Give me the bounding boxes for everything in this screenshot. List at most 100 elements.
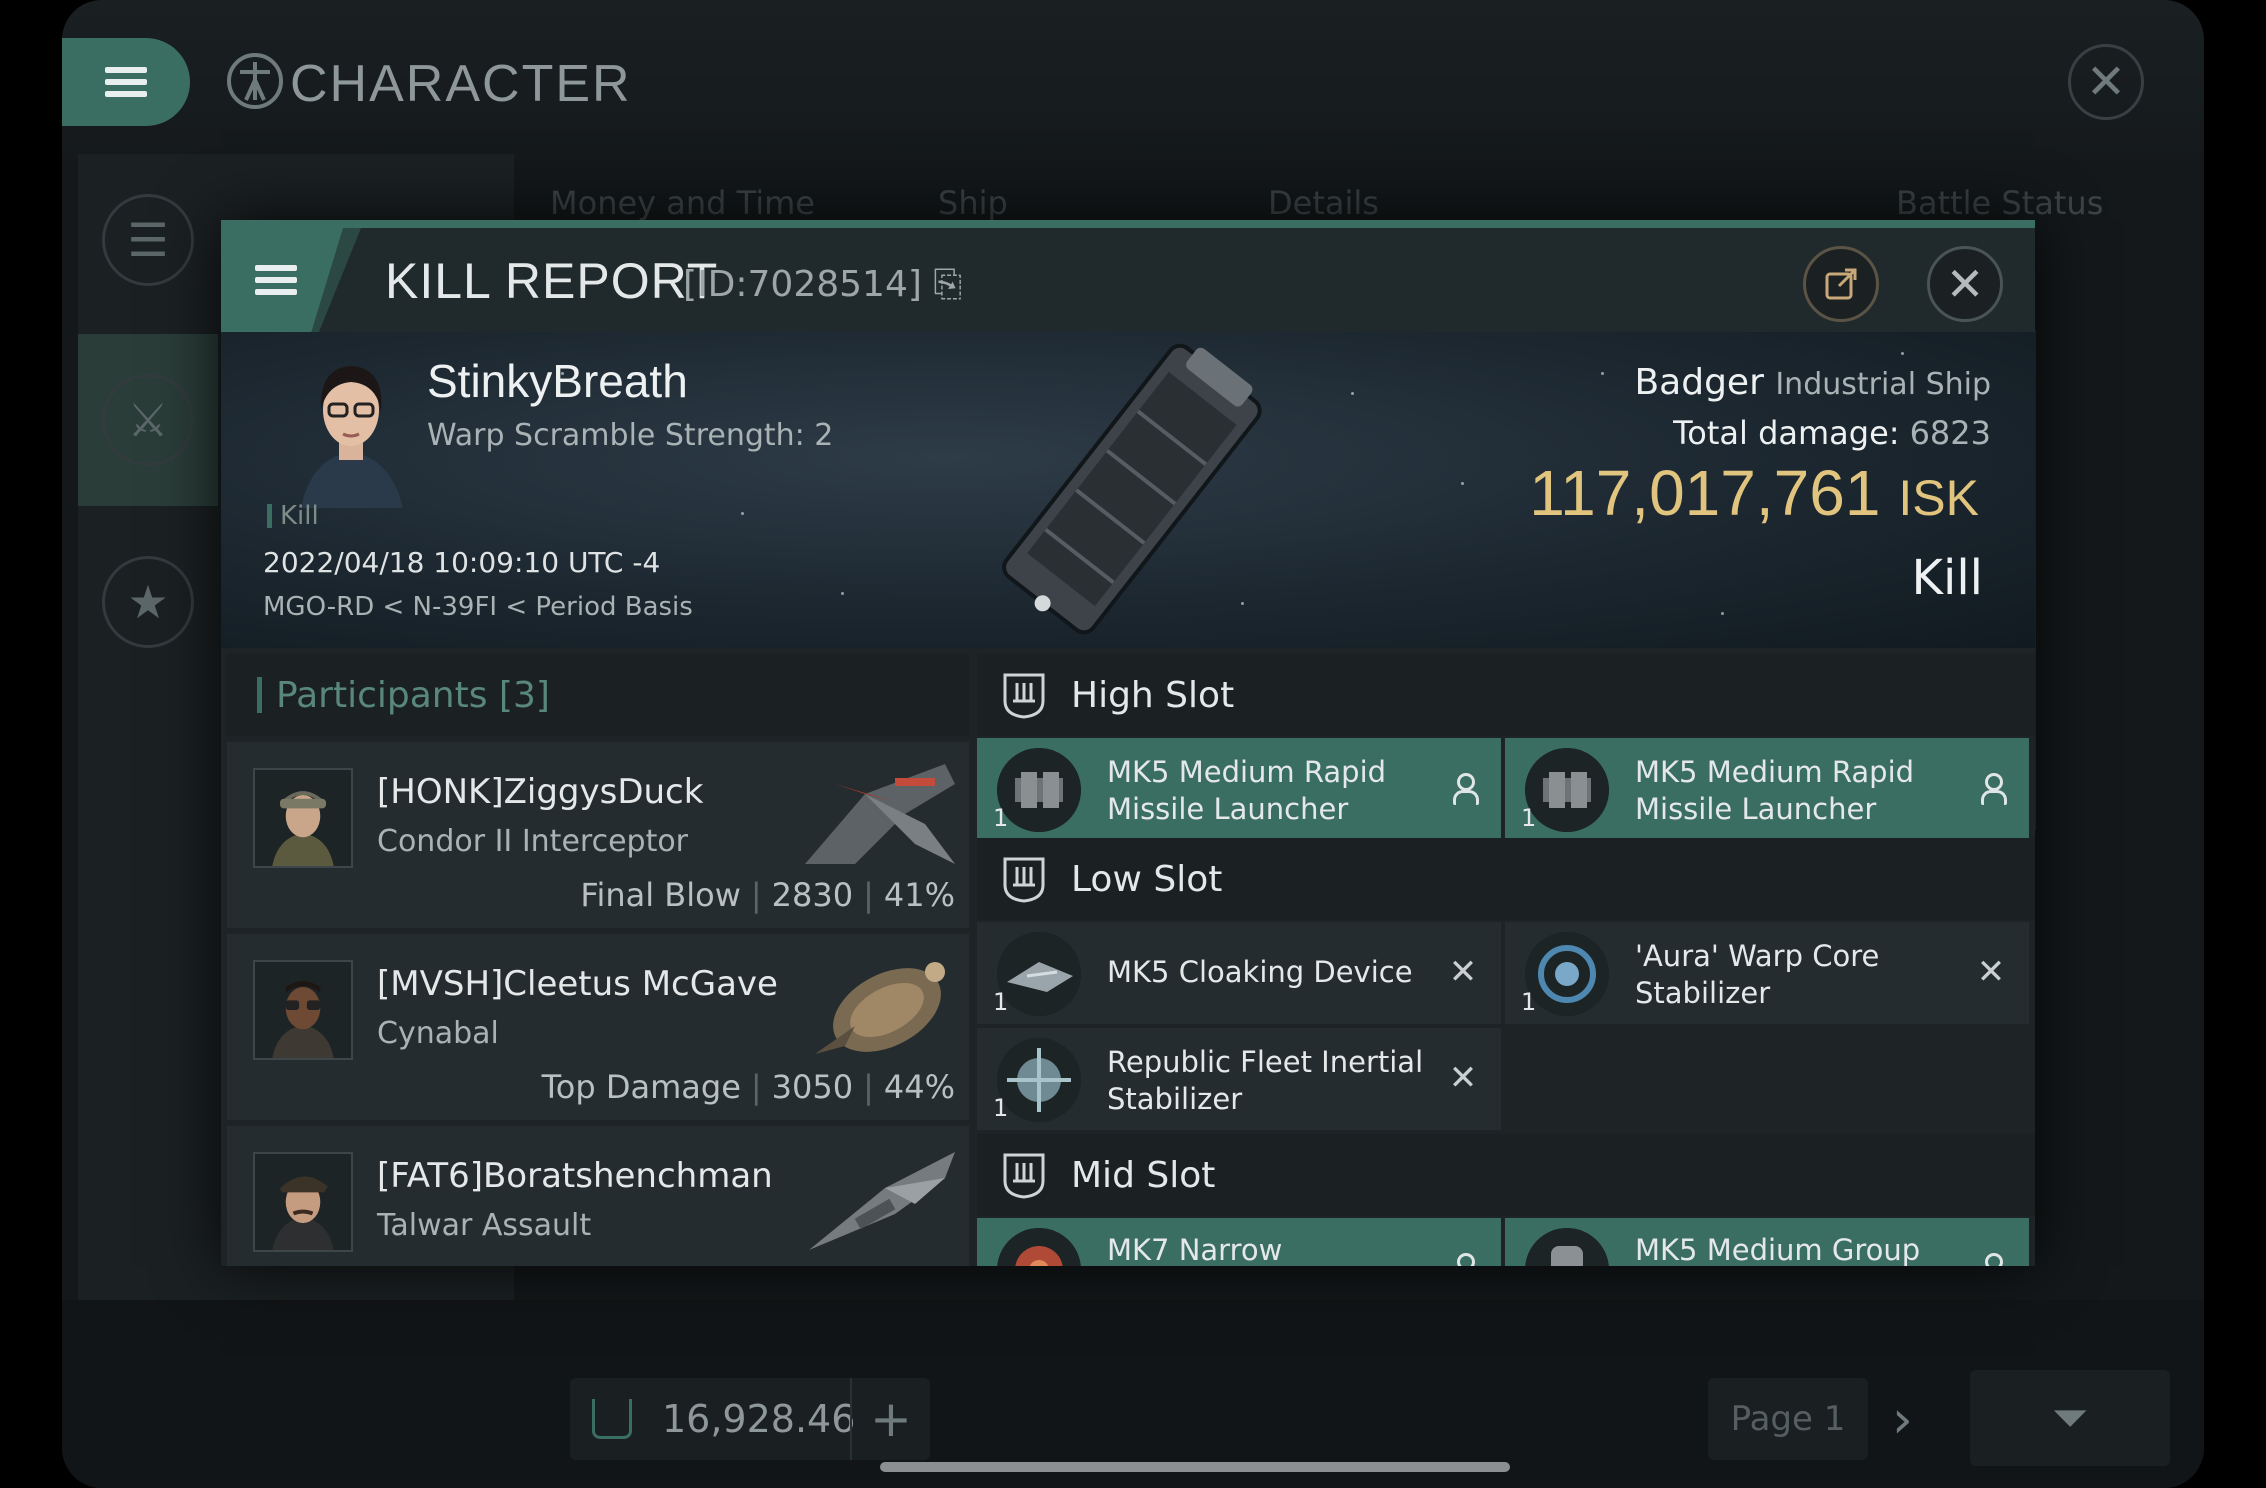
fitting-panel: High Slot 1 MK5 Medium Rapid Missile Lau… — [977, 654, 2035, 1266]
victim-ship-name: Badger — [1634, 362, 1764, 403]
participant-percent: 44% — [883, 1068, 955, 1106]
victim-ship-image — [1002, 343, 1262, 635]
module-name: MK5 Medium Group — [1635, 1233, 1921, 1266]
participant-name: [MVSH]Cleetus McGave — [377, 964, 778, 1004]
home-indicator[interactable] — [880, 1462, 1510, 1472]
participant-row[interactable]: [HONK]ZiggysDuck Condor II Interceptor F… — [227, 742, 969, 928]
mid-slot-label: Mid Slot — [1071, 1154, 1216, 1196]
person-icon — [1973, 1248, 2009, 1266]
participant-ship: Talwar Assault — [377, 1208, 592, 1243]
menu-icon — [105, 61, 147, 103]
chevron-right-icon: › — [1892, 1390, 1913, 1450]
close-icon: ✕ — [1945, 257, 1985, 311]
kill-report-dialog: KILL REPORT [ID:7028514] ⎘ ✕ StinkyBreat… — [221, 220, 2035, 1266]
module-item[interactable]: 1 MK5 Cloaking Device ✕ — [977, 922, 1501, 1024]
report-id[interactable]: [ID:7028514] ⎘ — [683, 264, 962, 306]
victim-ship-class: Industrial Ship — [1775, 367, 1991, 402]
copy-icon[interactable]: ⎘ — [933, 264, 962, 305]
person-icon — [1445, 768, 1481, 808]
module-item[interactable]: 1 MK5 Medium Group — [1505, 1218, 2029, 1266]
module-quantity: 1 — [993, 988, 1009, 1016]
background-footer — [62, 1300, 2204, 1488]
sidebar-item-achievements[interactable]: ★ — [78, 516, 218, 688]
participant-portrait — [253, 768, 353, 868]
missile-launcher-icon — [1525, 748, 1609, 832]
module-item[interactable]: 1 MK5 Medium Rapid Missile Launcher — [977, 738, 1501, 840]
x-icon: ✕ — [1448, 1058, 1478, 1098]
mid-slot-header: Mid Slot — [977, 1134, 2035, 1216]
window-close-button[interactable]: ✕ — [2068, 44, 2144, 120]
window-title: CHARACTER — [290, 55, 632, 113]
kill-location[interactable]: MGO-RD < N-39FI < Period Basis — [263, 592, 693, 622]
filter-button[interactable]: ⏷ — [1970, 1370, 2170, 1466]
module-name: Republic Fleet Inertial Stabilizer — [1107, 1045, 1424, 1116]
person-icon — [1973, 768, 2009, 808]
shield-icon — [1003, 1153, 1045, 1199]
warp-core-stabilizer-icon — [1525, 932, 1609, 1016]
x-icon: ✕ — [1448, 952, 1478, 992]
participant-stats: Final Blow | 2830 | 41% — [580, 876, 955, 914]
inertial-stabilizer-icon — [997, 1038, 1081, 1122]
total-damage-value: 6823 — [1909, 414, 1991, 452]
participant-percent: 41% — [883, 876, 955, 914]
missile-launcher-icon — [997, 748, 1081, 832]
isk-amount: 117,017,761 — [1529, 457, 1881, 529]
module-item[interactable]: 1 MK5 Medium Rapid Missile Launcher — [1505, 738, 2029, 840]
high-slot-header: High Slot — [977, 654, 2035, 736]
module-name: MK5 Cloaking Device — [1107, 955, 1413, 989]
menu-icon — [255, 259, 297, 301]
module-name: MK5 Medium Rapid Missile Launcher — [1107, 755, 1387, 826]
header-accent-bar — [257, 677, 262, 713]
total-damage: Total damage: 6823 — [1673, 414, 1991, 452]
kill-tag: Kill — [267, 503, 319, 529]
participant-damage: 2830 — [771, 876, 854, 914]
next-page-button[interactable]: › — [1892, 1390, 1913, 1450]
participant-name: [HONK]ZiggysDuck — [377, 772, 704, 812]
module-item[interactable]: 1 'Aura' Warp Core Stabilizer ✕ — [1505, 922, 2029, 1024]
column-header-money: Money and Time — [550, 184, 815, 222]
scrambler-icon — [997, 1228, 1081, 1266]
sidebar-item-battles[interactable]: ⚔ — [78, 334, 218, 506]
report-id-text: [ID:7028514] — [683, 264, 922, 305]
module-quantity: 1 — [993, 1094, 1009, 1122]
share-button[interactable] — [1803, 246, 1879, 322]
victim-ship-type[interactable]: Badger Industrial Ship — [1634, 362, 1991, 403]
participant-ship-image — [815, 962, 945, 1054]
module-item[interactable]: 1 Republic Fleet Inertial Stabilizer ✕ — [977, 1028, 1501, 1130]
isk-icon — [592, 1399, 632, 1439]
module-item[interactable]: 1 MK7 Narrow — [977, 1218, 1501, 1266]
participant-row[interactable]: [MVSH]Cleetus McGave Cynabal Top Damage |… — [227, 934, 969, 1120]
participant-name: [FAT6]Boratshenchman — [377, 1156, 773, 1196]
star-icon: ★ — [102, 556, 194, 648]
module-name: 'Aura' Warp Core Stabilizer — [1635, 939, 1880, 1010]
main-menu-button[interactable] — [62, 38, 190, 126]
participant-damage: 3050 — [771, 1068, 854, 1106]
dialog-title: KILL REPORT — [385, 253, 719, 309]
module-quantity: 1 — [1521, 988, 1537, 1016]
low-slot-label: Low Slot — [1071, 858, 1223, 900]
cloaking-device-icon — [997, 932, 1081, 1016]
warp-scramble-strength: Warp Scramble Strength: 2 — [427, 418, 834, 453]
sidebar-item-menu[interactable]: ☰ — [78, 154, 218, 326]
report-result: Kill — [1911, 550, 1983, 606]
participant-ship-image — [809, 1152, 955, 1250]
balance-value: 16,928.46 — [662, 1397, 856, 1441]
participants-label: Participants [3] — [276, 674, 550, 716]
balance-display: 16,928.46 + — [570, 1378, 930, 1460]
victim-banner: StinkyBreath Warp Scramble Strength: 2 K… — [221, 332, 2035, 648]
share-icon — [1825, 268, 1857, 300]
participant-ship: Condor II Interceptor — [377, 824, 689, 859]
page-indicator[interactable]: Page 1 — [1708, 1378, 1868, 1460]
isk-value: 117,017,761 ISK — [1529, 456, 1979, 530]
participant-role: Final Blow — [580, 876, 741, 914]
participant-portrait — [253, 1152, 353, 1252]
victim-portrait — [301, 366, 403, 508]
character-icon — [227, 53, 283, 109]
victim-name[interactable]: StinkyBreath — [427, 354, 688, 408]
add-balance-button[interactable]: + — [850, 1378, 930, 1460]
dialog-close-button[interactable]: ✕ — [1927, 246, 2003, 322]
participant-ship-image — [805, 764, 955, 864]
column-header-details: Details — [1268, 184, 1379, 222]
participant-row[interactable]: [FAT6]Boratshenchman Talwar Assault — [227, 1126, 969, 1266]
filter-icon: ⏷ — [2051, 1390, 2089, 1444]
